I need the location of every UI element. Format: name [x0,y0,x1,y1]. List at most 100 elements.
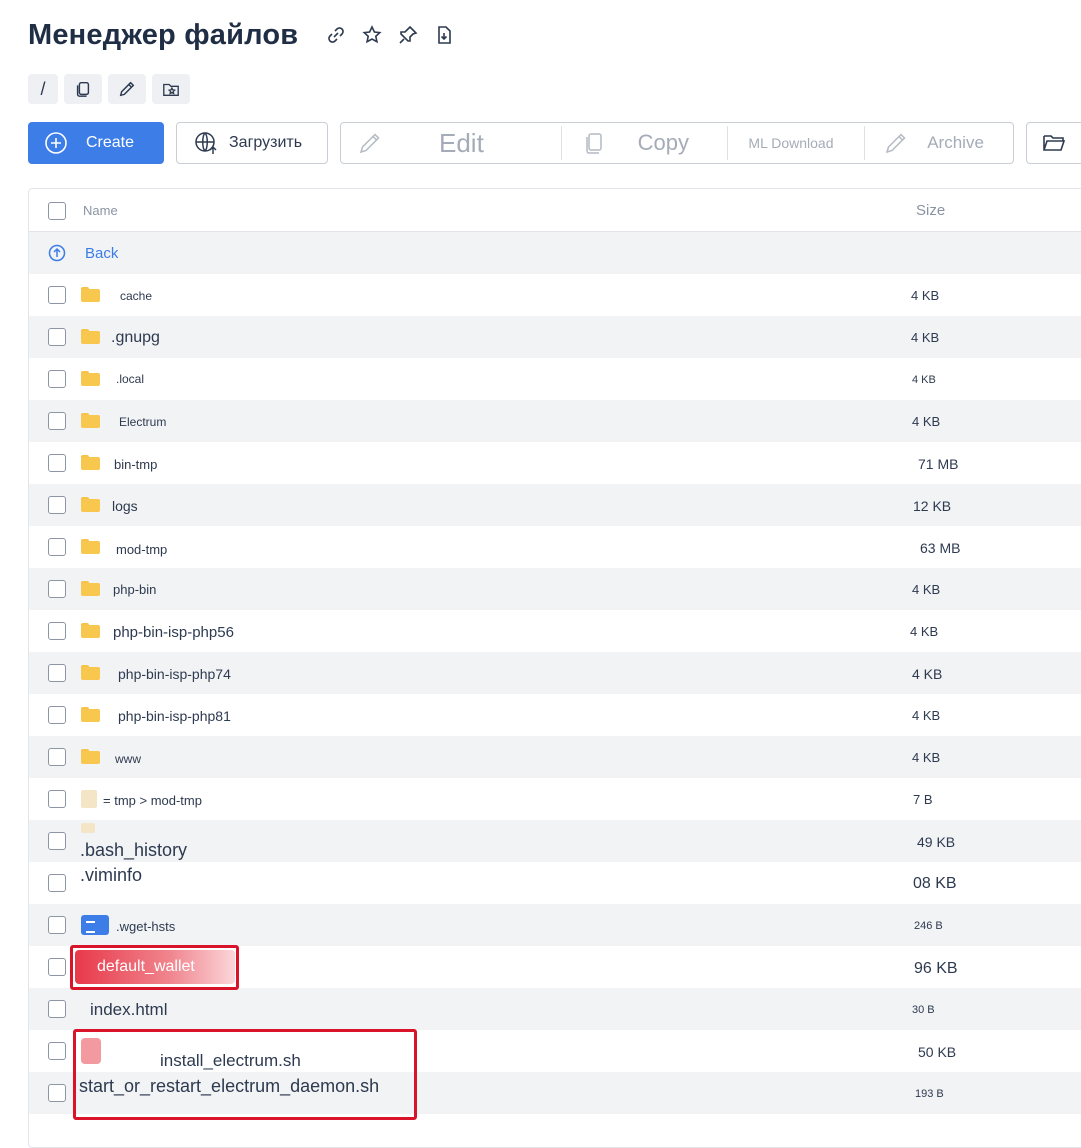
table-row[interactable]: php-bin-isp-php81 4 KB [29,694,1081,736]
edit-button[interactable]: Edit [341,123,561,163]
file-size: 4 KB [912,666,943,682]
row-checkbox[interactable] [48,286,66,304]
table-row[interactable]: php-bin-isp-php56 4 KB [29,610,1081,652]
table-row[interactable]: .bash_history 49 KB [29,820,1081,862]
file-name[interactable]: .viminfo [80,865,142,886]
row-checkbox[interactable] [48,1084,66,1102]
table-row[interactable]: php-bin 4 KB [29,568,1081,610]
column-name-header[interactable]: Name [83,203,118,218]
file-name[interactable]: Electrum [119,415,166,429]
row-checkbox[interactable] [48,412,66,430]
open-folder-button[interactable] [1026,122,1081,164]
file-size: 4 KB [911,330,940,345]
row-checkbox[interactable] [48,370,66,388]
file-size: 30 B [912,1004,935,1016]
pencil-icon [886,133,906,154]
row-checkbox[interactable] [48,580,66,598]
symlink-icon [81,790,97,808]
folder-icon [81,497,100,512]
copy-icon [585,133,602,154]
row-checkbox[interactable] [48,1042,66,1060]
file-name[interactable]: php-bin-isp-php81 [118,708,231,724]
table-row[interactable]: .gnupg 4 KB [29,316,1081,358]
favorite-path-chip[interactable] [152,74,190,104]
file-name[interactable]: logs [112,498,138,514]
file-name[interactable]: php-bin-isp-php74 [118,666,231,682]
file-name[interactable]: index.html [90,1000,167,1020]
copy-label: Copy [637,130,690,155]
file-size: 08 KB [913,875,957,892]
download-file-icon[interactable] [434,25,454,45]
row-checkbox[interactable] [48,706,66,724]
file-name[interactable]: bin-tmp [114,457,157,472]
file-name[interactable]: .bash_history [80,840,187,861]
root-path-chip[interactable]: / [28,74,58,104]
plus-circle-icon [45,132,67,154]
file-name[interactable]: .local [116,372,144,386]
file-size: 7 B [913,792,933,807]
row-checkbox[interactable] [48,790,66,808]
rename-path-chip[interactable] [108,74,146,104]
file-size: 4 KB [912,708,941,723]
upload-label: Загрузить [229,134,303,151]
row-checkbox[interactable] [48,832,66,850]
file-size: 193 B [915,1088,944,1100]
file-name[interactable]: www [115,752,141,766]
row-checkbox[interactable] [48,958,66,976]
file-name[interactable]: php-bin [113,582,156,597]
link-icon[interactable] [326,25,346,45]
folder-icon [81,455,100,470]
folder-open-icon [1043,135,1066,151]
back-link[interactable]: Back [85,245,118,262]
pin-icon[interactable] [398,25,418,45]
row-checkbox[interactable] [48,916,66,934]
copy-button[interactable]: Copy [562,123,728,163]
file-name[interactable]: .gnupg [111,329,160,347]
file-size: 4 KB [912,414,941,429]
row-checkbox[interactable] [48,496,66,514]
row-checkbox[interactable] [48,454,66,472]
file-name[interactable]: .wget-hsts [116,919,175,934]
row-checkbox[interactable] [48,1000,66,1018]
file-name[interactable]: = tmp > mod-tmp [103,793,202,808]
row-checkbox[interactable] [48,664,66,682]
table-row[interactable]: = tmp > mod-tmp 7 B [29,778,1081,820]
archive-button[interactable]: Archive [865,123,1013,163]
star-icon[interactable] [362,25,382,45]
file-name[interactable]: mod-tmp [116,542,167,557]
table-row[interactable]: .viminfo 08 KB [29,862,1081,904]
file-size: 71 MB [918,456,959,472]
ml-download-button[interactable]: ML Download [728,123,864,163]
row-checkbox[interactable] [48,538,66,556]
folder-icon [81,371,100,386]
table-row[interactable]: Electrum 4 KB [29,400,1081,442]
copy-path-chip[interactable] [64,74,102,104]
folder-icon [81,707,100,722]
highlight-box [73,1029,417,1120]
pencil-icon [119,81,135,97]
file-name[interactable]: cache [120,289,152,303]
create-button[interactable]: Create [28,122,164,164]
column-size-header[interactable]: Size [916,202,945,219]
row-checkbox[interactable] [48,328,66,346]
row-checkbox[interactable] [48,622,66,640]
folder-icon [81,749,100,764]
table-row[interactable]: cache 4 KB [29,274,1081,316]
table-row[interactable]: php-bin-isp-php74 4 KB [29,652,1081,694]
back-row[interactable]: Back [29,232,1081,274]
table-row[interactable]: .local 4 KB [29,358,1081,400]
table-row[interactable]: index.html 30 B [29,988,1081,1030]
select-all-checkbox[interactable] [48,202,66,220]
table-row[interactable]: logs 12 KB [29,484,1081,526]
file-size: 63 MB [920,540,961,556]
file-name[interactable]: php-bin-isp-php56 [113,624,234,641]
table-row[interactable]: bin-tmp 71 MB [29,442,1081,484]
upload-button[interactable]: Загрузить [176,122,328,164]
folder-icon [81,287,100,302]
row-checkbox[interactable] [48,874,66,892]
table-row[interactable]: mod-tmp 63 MB [29,526,1081,568]
folder-icon [81,539,100,554]
row-checkbox[interactable] [48,748,66,766]
table-row[interactable]: www 4 KB [29,736,1081,778]
table-row[interactable]: .wget-hsts 246 B [29,904,1081,946]
